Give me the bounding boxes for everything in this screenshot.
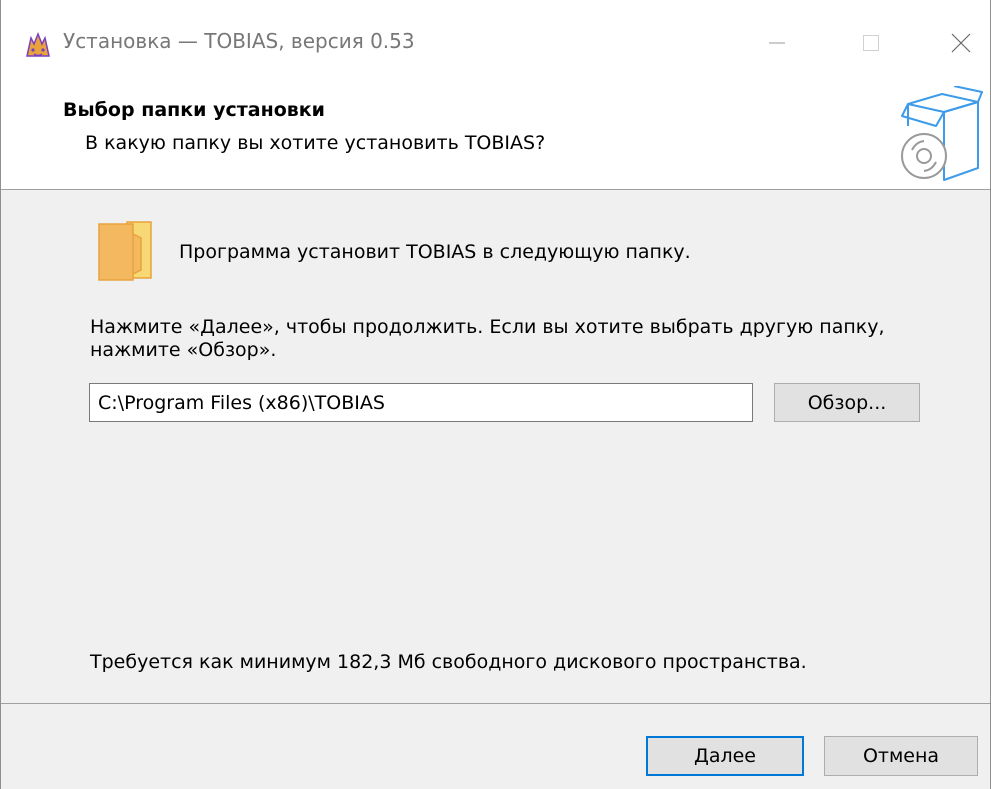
cancel-button[interactable]: Отмена — [824, 736, 978, 776]
browse-button[interactable]: Обзор... — [774, 383, 920, 422]
close-button[interactable] — [931, 0, 991, 86]
wizard-header: Выбор папки установки В какую папку вы х… — [1, 86, 990, 189]
close-icon — [951, 33, 971, 53]
instruction-text: Нажмите «Далее», чтобы продолжить. Если … — [90, 316, 885, 361]
window-title: Установка — TOBIAS, версия 0.53 — [63, 29, 415, 53]
box-disc-icon — [901, 86, 983, 181]
maximize-button[interactable] — [841, 0, 901, 86]
next-button[interactable]: Далее — [646, 736, 804, 776]
page-title: Выбор папки установки — [63, 99, 325, 121]
page-subtitle: В какую папку вы хотите установить TOBIA… — [85, 132, 546, 154]
setup-window: Установка — TOBIAS, версия 0.53 Выбор па… — [0, 0, 991, 789]
tobias-app-icon — [26, 31, 50, 57]
wizard-footer: Далее Отмена — [1, 704, 990, 789]
minimize-button[interactable] — [747, 0, 807, 86]
install-path-input[interactable] — [89, 383, 753, 422]
minimize-icon — [769, 42, 785, 44]
wizard-content: Программа установит TOBIAS в следующую п… — [1, 190, 990, 703]
title-bar[interactable]: Установка — TOBIAS, версия 0.53 — [1, 0, 990, 86]
intro-text: Программа установит TOBIAS в следующую п… — [179, 241, 691, 263]
folder-icon — [98, 221, 152, 281]
maximize-icon — [863, 35, 879, 51]
disk-space-text: Требуется как минимум 182,3 Мб свободног… — [90, 651, 807, 673]
